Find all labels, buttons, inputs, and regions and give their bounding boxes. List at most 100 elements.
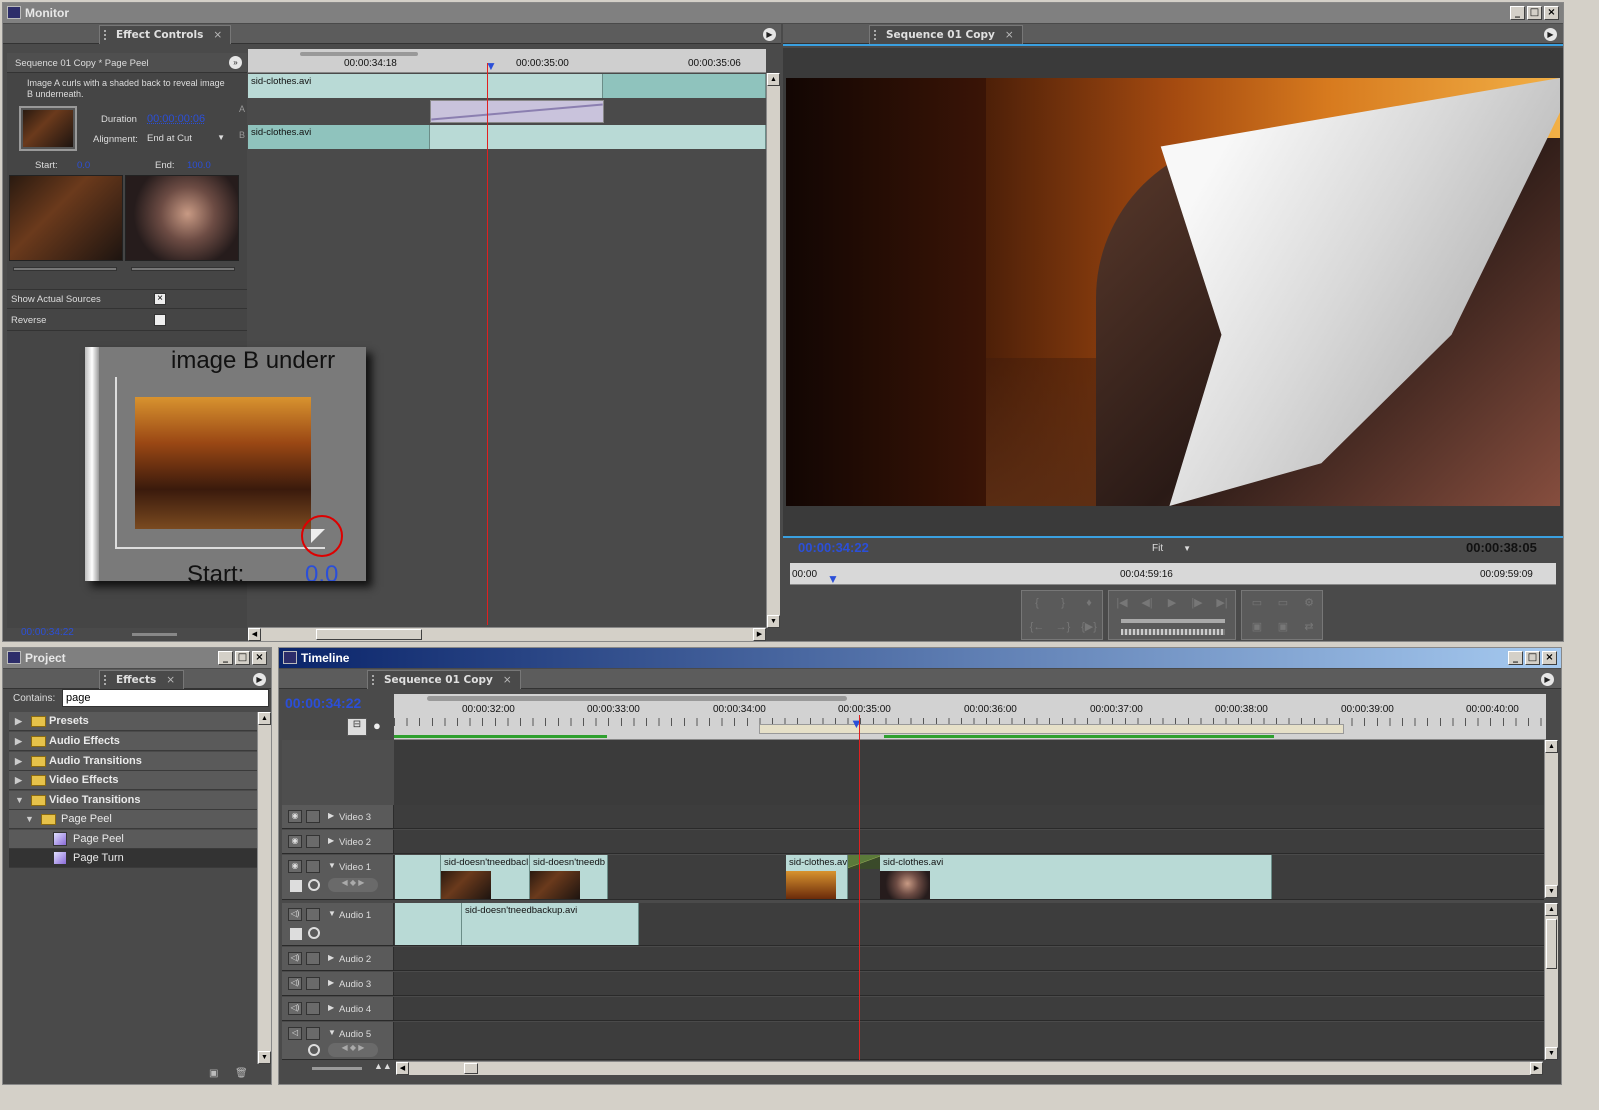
effects-vscroll[interactable]: ▲ ▼ — [257, 712, 271, 1064]
zoom-in-icon[interactable]: ▲▲ — [374, 1061, 392, 1071]
shuttle-slider[interactable] — [1121, 619, 1225, 623]
maximize-button[interactable]: □ — [1527, 6, 1542, 20]
go-to-next-edit-icon[interactable]: ▶| — [1211, 593, 1233, 613]
keyframe-nav-icon[interactable]: ◀ ◆ ▶ — [328, 878, 378, 892]
effect-timecode[interactable]: 00:00:34:22 — [21, 627, 74, 638]
tree-item-presets[interactable]: ▶ Presets — [9, 712, 257, 731]
collapse-arrow-icon[interactable]: ▼ — [328, 1028, 336, 1037]
timeline-hscroll[interactable]: ◀ ▶ — [396, 1061, 1543, 1075]
program-menu-icon[interactable]: ▶ — [1544, 28, 1557, 41]
mini-clip-a-tail[interactable] — [603, 74, 766, 98]
effect-zoom-slider[interactable] — [132, 633, 177, 636]
collapse-arrow-icon[interactable]: ▼ — [25, 814, 34, 824]
maximize-button[interactable]: □ — [235, 651, 250, 665]
scroll-up-icon[interactable]: ▲ — [258, 712, 271, 725]
speaker-icon[interactable]: ◁) — [288, 952, 302, 965]
end-value[interactable]: 100.0 — [187, 160, 211, 171]
play-in-to-out-icon[interactable]: {▶} — [1078, 617, 1100, 637]
set-marker-icon[interactable]: ♦ — [1078, 593, 1100, 613]
scroll-left-icon[interactable]: ◀ — [248, 628, 261, 641]
timeline-clip[interactable]: sid-clothes.av — [786, 855, 848, 899]
scroll-up-icon[interactable]: ▲ — [767, 73, 780, 86]
play-icon[interactable]: ▶ — [1161, 593, 1183, 613]
track-audio-3[interactable]: ◁) ▶ Audio 3 — [282, 972, 1544, 996]
expand-arrow-icon[interactable]: ▶ — [328, 978, 334, 987]
scroll-up-icon[interactable]: ▲ — [1545, 740, 1558, 753]
start-slider[interactable] — [13, 267, 117, 271]
keyframe-toggle-icon[interactable] — [308, 879, 320, 891]
program-ruler[interactable]: 00:00 00:04:59:16 00:09:59:09 ▼ — [790, 563, 1556, 586]
timeline-audio-clip[interactable] — [395, 903, 462, 945]
delete-icon[interactable]: 🗑 — [235, 1068, 248, 1079]
mini-transition[interactable] — [430, 100, 604, 123]
track-audio-1[interactable]: ◁) ▼ Audio 1 sid-doesn'tneedbackup.avi — [282, 903, 1544, 946]
add-marker-icon[interactable]: ● — [373, 718, 381, 733]
minimize-button[interactable]: _ — [218, 651, 233, 665]
speaker-icon[interactable]: ◁) — [288, 908, 302, 921]
go-to-previous-edit-icon[interactable]: |◀ — [1111, 593, 1133, 613]
scroll-up-icon[interactable]: ▲ — [1545, 903, 1558, 916]
export-frame-icon[interactable]: ▣ — [1246, 617, 1268, 637]
lock-icon[interactable] — [306, 952, 320, 965]
tree-item-page-peel-folder[interactable]: ▼ Page Peel — [9, 810, 257, 829]
hscroll-thumb[interactable] — [316, 629, 422, 640]
duration-value[interactable]: 00:00:00:06 — [147, 113, 205, 125]
tab-effects[interactable]: Effects × — [99, 670, 185, 689]
effects-menu-icon[interactable]: ▶ — [253, 673, 266, 686]
track-video-1[interactable]: ◉ ▼ Video 1 ◀ ◆ ▶ sid-doesn'tneedbacl sid-… — [282, 855, 1544, 900]
lock-icon[interactable] — [306, 977, 320, 990]
track-video-2[interactable]: ◉ ▶ Video 2 — [282, 830, 1544, 854]
tab-effect-controls[interactable]: Effect Controls × — [99, 25, 232, 44]
timeline-audio-clip[interactable]: sid-doesn'tneedbackup.avi — [462, 903, 639, 945]
work-area-bar[interactable] — [759, 724, 1344, 734]
track-audio-2[interactable]: ◁) ▶ Audio 2 — [282, 947, 1544, 971]
program-current-time[interactable]: 00:00:34:22 — [798, 540, 869, 555]
keyframe-toggle-icon[interactable] — [308, 1044, 320, 1056]
mini-clip-a[interactable]: sid-clothes.avi — [248, 74, 603, 98]
timeline-clip[interactable]: sid-doesn'tneedbacl — [441, 855, 530, 899]
timeline-timecode[interactable]: 00:00:34:22 — [285, 695, 361, 711]
timeline-titlebar[interactable]: Timeline _ □ × — [279, 648, 1561, 668]
scroll-down-icon[interactable]: ▼ — [1545, 1047, 1558, 1060]
display-style-icon[interactable] — [290, 928, 302, 940]
maximize-button[interactable]: □ — [1525, 651, 1540, 665]
lock-icon[interactable] — [306, 1002, 320, 1015]
tree-item-audio-transitions[interactable]: ▶ Audio Transitions — [9, 752, 257, 771]
monitor-titlebar[interactable]: Monitor _ □ × — [3, 3, 1563, 23]
collapse-arrow-icon[interactable]: ▼ — [328, 861, 336, 870]
tree-item-page-turn[interactable]: Page Turn — [9, 849, 257, 868]
timeline-clip[interactable] — [395, 855, 441, 899]
trim-icon[interactable]: ⚙ — [1298, 593, 1320, 613]
expand-arrow-icon[interactable]: ▶ — [328, 1003, 334, 1012]
step-back-icon[interactable]: ◀| — [1136, 593, 1158, 613]
audio-tracks-vscroll[interactable]: ▲ ▼ — [1544, 903, 1558, 1060]
set-out-point-icon[interactable]: } — [1052, 593, 1074, 613]
track-audio-4[interactable]: ◁) ▶ Audio 4 — [282, 997, 1544, 1021]
expand-arrow-icon[interactable]: ▶ — [328, 953, 334, 962]
effect-vscroll[interactable]: ▲ ▼ — [766, 73, 780, 628]
panel-menu-icon[interactable]: ▶ — [763, 28, 776, 41]
minimize-button[interactable]: _ — [1510, 6, 1525, 20]
track-video-3[interactable]: ◉ ▶ Video 3 — [282, 805, 1544, 829]
program-playhead-icon[interactable]: ▼ — [827, 572, 839, 586]
eye-icon[interactable]: ◉ — [288, 835, 302, 848]
jog-wheel[interactable] — [1121, 629, 1225, 635]
safe-margins-icon[interactable]: ▣ — [1272, 617, 1294, 637]
lift-icon[interactable]: ▭ — [1246, 593, 1268, 613]
start-value[interactable]: 0.0 — [77, 160, 90, 171]
effects-search-input[interactable] — [62, 689, 269, 707]
speaker-icon[interactable]: ◁) — [288, 977, 302, 990]
tree-item-audio-effects[interactable]: ▶ Audio Effects — [9, 732, 257, 751]
lock-icon[interactable] — [306, 860, 320, 873]
mini-clip-b-tail[interactable] — [430, 125, 766, 149]
project-titlebar[interactable]: Project _ □ × — [3, 648, 271, 668]
expand-arrow-icon[interactable]: ▶ — [15, 775, 22, 786]
show-sources-checkbox[interactable]: × — [154, 293, 166, 305]
scroll-right-icon[interactable]: ▶ — [753, 628, 766, 641]
lock-icon[interactable] — [306, 835, 320, 848]
transition-marker[interactable] — [848, 855, 880, 869]
effect-mini-ruler[interactable]: 00:00:34:18 00:00:35:00 00:00:35:06 ▼ — [248, 49, 766, 73]
end-slider[interactable] — [131, 267, 235, 271]
expand-arrow-icon[interactable]: ▶ — [15, 716, 22, 727]
extract-icon[interactable]: ▭ — [1272, 593, 1294, 613]
